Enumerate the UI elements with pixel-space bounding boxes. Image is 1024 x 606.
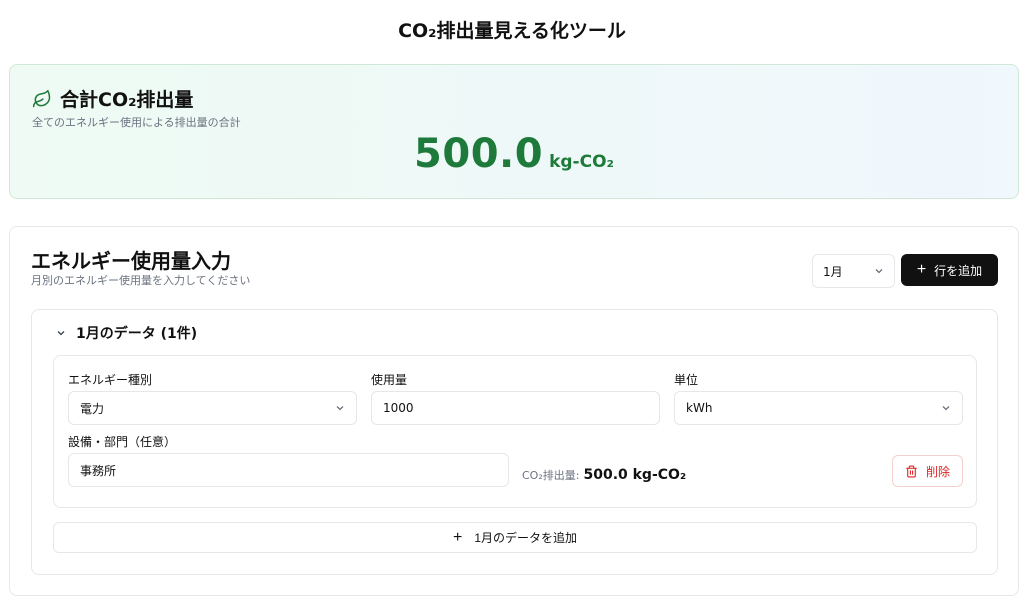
usage-value: 1000: [383, 401, 414, 415]
month-select-value: 1月: [823, 264, 843, 279]
energy-type-value: 電力: [80, 401, 105, 416]
total-emissions-card: 合計CO₂排出量 全てのエネルギー使用による排出量の合計 500.0 kg-CO₂: [9, 64, 1019, 199]
row-co2-value: 500.0 kg-CO₂: [583, 467, 687, 483]
leaf-icon: [32, 89, 51, 107]
total-title: 合計CO₂排出量: [60, 89, 194, 111]
energy-row: エネルギー種別 電力 使用量 1000 単位 kWh 設備・部門（任意） 事務所…: [53, 355, 977, 508]
total-value: 500.0 kg-CO₂: [10, 131, 1018, 177]
unit-select[interactable]: kWh: [674, 391, 963, 425]
unit-label: 単位: [674, 373, 699, 387]
department-input[interactable]: 事務所: [68, 453, 509, 487]
add-month-data-button[interactable]: + 1月のデータを追加: [53, 522, 977, 553]
row-co2-result: CO₂排出量: 500.0 kg-CO₂: [522, 467, 686, 483]
total-number: 500.0: [414, 131, 544, 177]
month-section-title: 1月のデータ (1件): [76, 326, 198, 342]
input-section-title: エネルギー使用量入力: [31, 249, 231, 273]
month-data-section: 1月のデータ (1件) エネルギー種別 電力 使用量 1000 単位 kWh 設…: [31, 309, 998, 575]
delete-label: 削除: [925, 464, 950, 479]
add-row-label: 行を追加: [934, 263, 983, 278]
usage-input[interactable]: 1000: [371, 391, 660, 425]
chevron-down-icon: [942, 406, 950, 411]
chevron-down-icon: [336, 406, 344, 411]
plus-icon: +: [916, 261, 927, 278]
delete-row-button[interactable]: 削除: [892, 455, 963, 487]
app-title: CO₂排出量見える化ツール: [398, 20, 626, 42]
plus-icon: +: [452, 528, 463, 546]
month-select[interactable]: 1月: [812, 254, 895, 288]
department-label: 設備・部門（任意）: [68, 435, 177, 449]
total-header: 合計CO₂排出量: [32, 85, 193, 112]
row-co2-label: CO₂排出量:: [522, 469, 580, 482]
energy-type-label: エネルギー種別: [68, 373, 153, 387]
month-section-toggle[interactable]: 1月のデータ (1件): [56, 323, 197, 343]
chevron-down-icon: [875, 269, 883, 274]
add-row-button[interactable]: + 行を追加: [901, 254, 998, 286]
energy-input-card: エネルギー使用量入力 月別のエネルギー使用量を入力してください 1月 + 行を追…: [9, 226, 1019, 596]
energy-type-select[interactable]: 電力: [68, 391, 357, 425]
total-unit: kg-CO₂: [549, 152, 614, 172]
trash-icon: [906, 465, 917, 477]
unit-value: kWh: [686, 401, 713, 415]
input-section-description: 月別のエネルギー使用量を入力してください: [31, 274, 251, 287]
department-value: 事務所: [80, 463, 117, 478]
add-month-data-label: 1月のデータを追加: [474, 531, 578, 545]
chevron-down-icon: [57, 331, 65, 336]
total-description: 全てのエネルギー使用による排出量の合計: [32, 116, 241, 129]
usage-label: 使用量: [371, 373, 408, 387]
